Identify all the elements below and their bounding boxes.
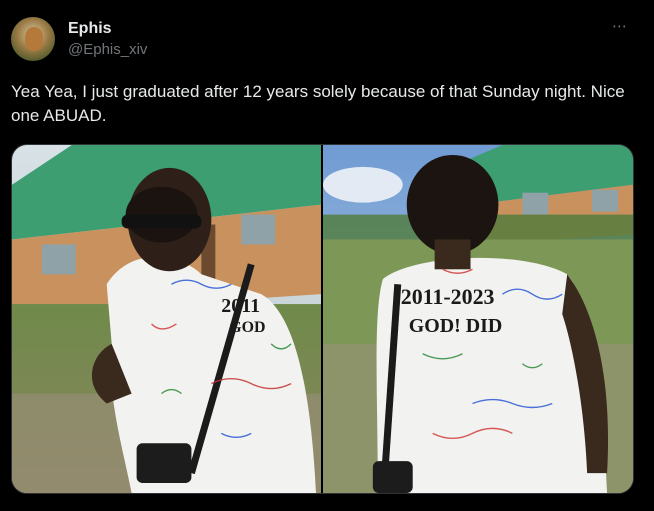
author-avatar[interactable] [11, 17, 55, 61]
photo-2-shirt-text: GOD! DID [409, 315, 503, 337]
photo-1-image: 2011 GOD [12, 145, 321, 493]
photo-2-image: 2011-2023 GOD! DID [323, 145, 633, 493]
author-display-name[interactable]: Ephis [68, 20, 112, 38]
author-handle[interactable]: @Ephis_xiv [68, 41, 147, 58]
tweet: Ephis @Ephis_xiv ⋯ Yea Yea, I just gradu… [0, 0, 654, 511]
tweet-media: 2011 GOD 2011-2023 GOD! DID [11, 144, 634, 494]
more-options-icon[interactable]: ⋯ [612, 17, 628, 35]
photo-1-shirt-year: 2011 [221, 295, 260, 317]
photo-1-shirt-text: GOD [229, 319, 265, 336]
photo-1[interactable]: 2011 GOD [12, 145, 321, 493]
photo-2[interactable]: 2011-2023 GOD! DID [323, 145, 633, 493]
photo-2-shirt-year: 2011-2023 [401, 284, 495, 309]
tweet-text: Yea Yea, I just graduated after 12 years… [11, 82, 625, 125]
